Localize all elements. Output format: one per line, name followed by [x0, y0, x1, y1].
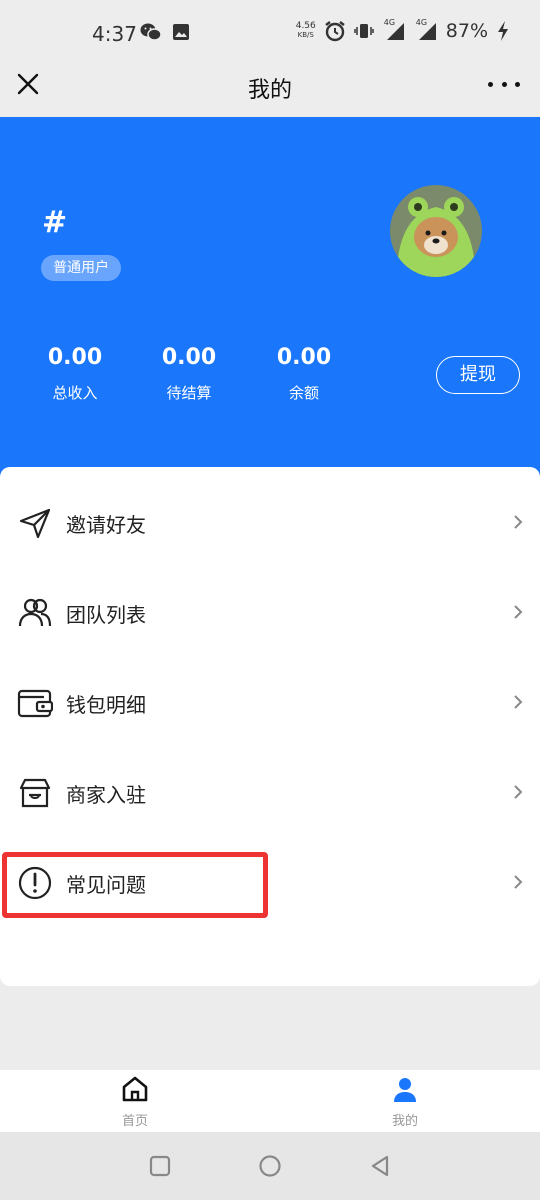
- wechat-icon: [140, 23, 162, 41]
- withdraw-button[interactable]: 提现: [436, 356, 520, 394]
- stat-balance: 0.00 余额: [249, 345, 359, 403]
- username: #: [42, 205, 68, 240]
- signal-icon: [386, 23, 404, 40]
- stat-value: 0.00: [47, 345, 103, 370]
- menu-item-team-list[interactable]: 团队列表: [0, 581, 540, 641]
- tab-label: 我的: [391, 1114, 418, 1129]
- vibrate-icon: [354, 24, 374, 38]
- bottom-tab-bar: 首页 我的: [0, 1070, 540, 1132]
- stat-value: 0.00: [276, 345, 332, 370]
- menu-item-invite-friends[interactable]: 邀请好友: [0, 491, 540, 551]
- signal-1: 4G: [382, 18, 406, 41]
- tab-label: 首页: [121, 1114, 148, 1129]
- tab-mine[interactable]: 我的: [345, 1074, 465, 1129]
- system-navigation-bar: [0, 1132, 540, 1200]
- back-button[interactable]: [368, 1154, 392, 1178]
- signal-2: 4G: [414, 18, 438, 41]
- wallet-icon: [17, 689, 53, 718]
- more-icon[interactable]: [488, 68, 520, 100]
- status-right: 4.56 KB/S 4G 4G 87%: [295, 18, 510, 42]
- menu-label: 钱包明细: [66, 693, 146, 717]
- menu-item-wallet-details[interactable]: 钱包明细: [0, 671, 540, 731]
- stat-value: 0.00: [161, 345, 217, 370]
- chevron-right-icon: [514, 875, 523, 889]
- stat-pending-settlement: 0.00 待结算: [134, 345, 244, 403]
- chevron-right-icon: [514, 605, 523, 619]
- home-icon: [122, 1076, 148, 1102]
- menu-label: 团队列表: [66, 603, 146, 627]
- nav-bar: 我的: [0, 56, 540, 116]
- menu-label: 商家入驻: [66, 783, 146, 807]
- menu-item-merchant-join[interactable]: 商家入驻: [0, 761, 540, 821]
- net-speed: 4.56 KB/S: [295, 21, 316, 40]
- battery-percent: 87%: [445, 20, 488, 42]
- alarm-icon: [325, 21, 345, 42]
- recent-apps-button[interactable]: [148, 1154, 172, 1178]
- stat-label: 余额: [288, 384, 319, 402]
- home-button[interactable]: [258, 1154, 282, 1178]
- chevron-right-icon: [514, 785, 523, 799]
- status-left-icons: [140, 22, 190, 42]
- send-icon: [19, 508, 51, 539]
- stat-label: 待结算: [166, 384, 212, 402]
- user-level-badge: 普通用户: [41, 255, 121, 281]
- team-icon: [18, 598, 52, 627]
- avatar[interactable]: [390, 185, 482, 277]
- signal-icon: [418, 23, 436, 40]
- stat-total-income: 0.00 总收入: [20, 345, 130, 403]
- charging-icon: [498, 21, 508, 41]
- avatar-image: [390, 185, 482, 277]
- chevron-right-icon: [514, 515, 523, 529]
- profile-header: # 普通用户 0.00 总收入 0.00 待结算 0.00 余额 提现: [0, 117, 540, 487]
- stat-label: 总收入: [52, 384, 98, 402]
- page-title: 我的: [247, 78, 292, 103]
- user-icon: [394, 1078, 416, 1102]
- tab-home[interactable]: 首页: [75, 1074, 195, 1129]
- menu-label: 邀请好友: [66, 513, 146, 537]
- gallery-icon: [173, 24, 189, 40]
- store-icon: [19, 778, 51, 808]
- status-time: 4:37: [92, 22, 137, 46]
- highlight-annotation: [2, 852, 268, 918]
- chevron-right-icon: [514, 695, 523, 709]
